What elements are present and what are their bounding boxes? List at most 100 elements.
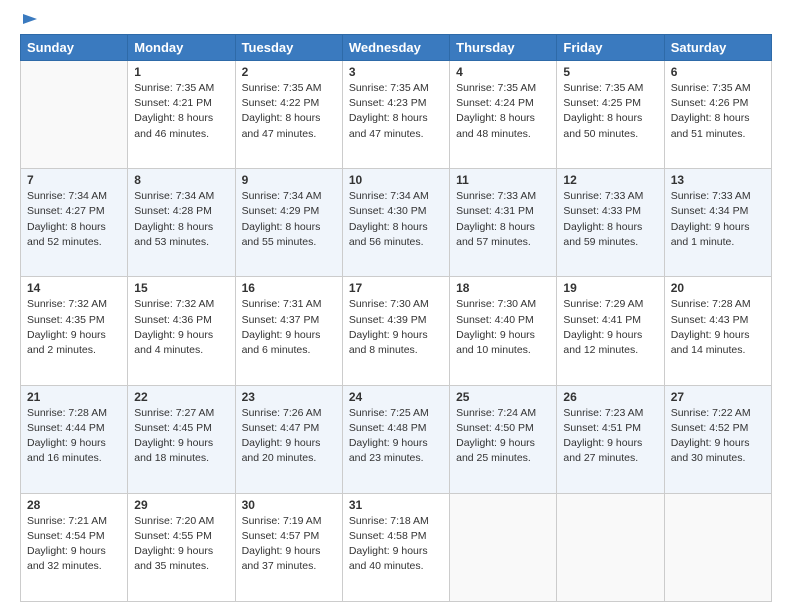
- day-info: Sunrise: 7:34 AM Sunset: 4:27 PM Daylight:…: [27, 189, 121, 250]
- calendar-cell: 23 Sunrise: 7:26 AM Sunset: 4:47 PM Dayligh…: [235, 385, 342, 493]
- sunset-text: Sunset: 4:31 PM: [456, 205, 534, 217]
- day-number: 30: [242, 498, 336, 512]
- calendar-cell: 10 Sunrise: 7:34 AM Sunset: 4:30 PM Dayligh…: [342, 169, 449, 277]
- daylight-text: Daylight: 9 hours and 10 minutes.: [456, 329, 535, 356]
- calendar-week-5: 28Sunrise: 7:21 AMSunset: 4:54 PMDayligh…: [21, 493, 772, 601]
- sunset-text: Sunset: 4:27 PM: [27, 205, 105, 217]
- calendar-cell: 25 Sunrise: 7:24 AM Sunset: 4:50 PM Dayligh…: [450, 385, 557, 493]
- calendar-header-monday: Monday: [128, 35, 235, 61]
- daylight-text: Daylight: 9 hours and 2 minutes.: [27, 329, 106, 356]
- day-info: Sunrise: 7:32 AMSunset: 4:36 PMDaylight:…: [134, 297, 228, 358]
- daylight-text: Daylight: 8 hours and 59 minutes.: [563, 221, 642, 248]
- daylight-text: Daylight: 8 hours and 48 minutes.: [456, 112, 535, 139]
- daylight-text: Daylight: 8 hours and 47 minutes.: [242, 112, 321, 139]
- day-number: 19: [563, 281, 657, 295]
- day-number: 23: [242, 390, 336, 404]
- day-number: 1: [134, 65, 228, 79]
- sunrise-text: Sunrise: 7:35 AM: [349, 82, 429, 94]
- sunset-text: Sunset: 4:37 PM: [242, 314, 320, 326]
- sunset-text: Sunset: 4:26 PM: [671, 97, 749, 109]
- sunset-text: Sunset: 4:28 PM: [134, 205, 212, 217]
- daylight-text: Daylight: 8 hours and 56 minutes.: [349, 221, 428, 248]
- calendar-header-saturday: Saturday: [664, 35, 771, 61]
- calendar-cell: 2Sunrise: 7:35 AMSunset: 4:22 PMDaylight…: [235, 61, 342, 169]
- calendar-header-thursday: Thursday: [450, 35, 557, 61]
- calendar-cell: [557, 493, 664, 601]
- sunset-text: Sunset: 4:44 PM: [27, 422, 105, 434]
- sunrise-text: Sunrise: 7:28 AM: [671, 298, 751, 310]
- daylight-text: Daylight: 8 hours and 51 minutes.: [671, 112, 750, 139]
- sunset-text: Sunset: 4:24 PM: [456, 97, 534, 109]
- day-info: Sunrise: 7:19 AMSunset: 4:57 PMDaylight:…: [242, 514, 336, 575]
- daylight-text: Daylight: 8 hours and 46 minutes.: [134, 112, 213, 139]
- sunset-text: Sunset: 4:21 PM: [134, 97, 212, 109]
- calendar-cell: 18Sunrise: 7:30 AMSunset: 4:40 PMDayligh…: [450, 277, 557, 385]
- calendar-header-row: SundayMondayTuesdayWednesdayThursdayFrid…: [21, 35, 772, 61]
- day-info: Sunrise: 7:22 AMSunset: 4:52 PMDaylight:…: [671, 406, 765, 467]
- daylight-text: Daylight: 9 hours and 20 minutes.: [242, 437, 321, 464]
- calendar-cell: 21Sunrise: 7:28 AMSunset: 4:44 PMDayligh…: [21, 385, 128, 493]
- calendar-cell: 30 Sunrise: 7:19 AMSunset: 4:57 PMDayligh…: [235, 493, 342, 601]
- daylight-text: Daylight: 9 hours and 16 minutes.: [27, 437, 106, 464]
- day-number: 22: [134, 390, 228, 404]
- day-info: Sunrise: 7:32 AMSunset: 4:35 PMDaylight:…: [27, 297, 121, 358]
- day-number: 5: [563, 65, 657, 79]
- day-number: 10: [349, 173, 443, 187]
- sunset-text: Sunset: 4:48 PM: [349, 422, 427, 434]
- calendar-cell: 15Sunrise: 7:32 AMSunset: 4:36 PMDayligh…: [128, 277, 235, 385]
- sunrise-text: Sunrise: 7:32 AM: [27, 298, 107, 310]
- sunset-text: Sunset: 4:52 PM: [671, 422, 749, 434]
- sunrise-text: Sunrise: 7:34 AM: [27, 190, 107, 202]
- sunrise-text: Sunrise: 7:26 AM: [242, 407, 322, 419]
- daylight-text: Daylight: 8 hours and 52 minutes.: [27, 221, 106, 248]
- calendar-cell: 4Sunrise: 7:35 AMSunset: 4:24 PMDaylight…: [450, 61, 557, 169]
- sunset-text: Sunset: 4:41 PM: [563, 314, 641, 326]
- daylight-text: Daylight: 9 hours and 25 minutes.: [456, 437, 535, 464]
- sunrise-text: Sunrise: 7:20 AM: [134, 515, 214, 527]
- day-info: Sunrise: 7:29 AMSunset: 4:41 PMDaylight:…: [563, 297, 657, 358]
- logo-flag-icon: [21, 12, 39, 30]
- day-number: 14: [27, 281, 121, 295]
- daylight-text: Daylight: 9 hours and 14 minutes.: [671, 329, 750, 356]
- sunset-text: Sunset: 4:43 PM: [671, 314, 749, 326]
- day-number: 7: [27, 173, 121, 187]
- calendar-cell: 7 Sunrise: 7:34 AM Sunset: 4:27 PM Daylight…: [21, 169, 128, 277]
- calendar-header-tuesday: Tuesday: [235, 35, 342, 61]
- day-number: 31: [349, 498, 443, 512]
- calendar-cell: [664, 493, 771, 601]
- day-number: 24: [349, 390, 443, 404]
- sunrise-text: Sunrise: 7:33 AM: [671, 190, 751, 202]
- calendar-cell: 28Sunrise: 7:21 AMSunset: 4:54 PMDayligh…: [21, 493, 128, 601]
- day-info: Sunrise: 7:18 AMSunset: 4:58 PMDaylight:…: [349, 514, 443, 575]
- sunset-text: Sunset: 4:34 PM: [671, 205, 749, 217]
- sunset-text: Sunset: 4:55 PM: [134, 530, 212, 542]
- day-info: Sunrise: 7:34 AMSunset: 4:29 PMDaylight:…: [242, 189, 336, 250]
- calendar-cell: 26Sunrise: 7:23 AMSunset: 4:51 PMDayligh…: [557, 385, 664, 493]
- day-number: 29: [134, 498, 228, 512]
- day-number: 25: [456, 390, 550, 404]
- day-info: Sunrise: 7:33 AMSunset: 4:34 PMDaylight:…: [671, 189, 765, 250]
- sunrise-text: Sunrise: 7:30 AM: [349, 298, 429, 310]
- calendar-week-3: 14 Sunrise: 7:32 AMSunset: 4:35 PMDayligh…: [21, 277, 772, 385]
- sunrise-text: Sunrise: 7:28 AM: [27, 407, 107, 419]
- day-info: Sunrise: 7:35 AMSunset: 4:23 PMDaylight:…: [349, 81, 443, 142]
- sunrise-text: Sunrise: 7:27 AM: [134, 407, 214, 419]
- calendar-cell: [21, 61, 128, 169]
- sunrise-text: Sunrise: 7:34 AM: [349, 190, 429, 202]
- calendar-cell: 31 Sunrise: 7:18 AMSunset: 4:58 PMDayligh…: [342, 493, 449, 601]
- calendar-cell: 20Sunrise: 7:28 AMSunset: 4:43 PMDayligh…: [664, 277, 771, 385]
- sunrise-text: Sunrise: 7:21 AM: [27, 515, 107, 527]
- day-info: Sunrise: 7:35 AMSunset: 4:24 PMDaylight:…: [456, 81, 550, 142]
- calendar-cell: [450, 493, 557, 601]
- sunrise-text: Sunrise: 7:24 AM: [456, 407, 536, 419]
- daylight-text: Daylight: 9 hours and 18 minutes.: [134, 437, 213, 464]
- calendar-cell: 9Sunrise: 7:34 AMSunset: 4:29 PMDaylight…: [235, 169, 342, 277]
- sunset-text: Sunset: 4:47 PM: [242, 422, 320, 434]
- day-number: 13: [671, 173, 765, 187]
- sunset-text: Sunset: 4:30 PM: [349, 205, 427, 217]
- daylight-text: Daylight: 8 hours and 55 minutes.: [242, 221, 321, 248]
- calendar-header-sunday: Sunday: [21, 35, 128, 61]
- daylight-text: Daylight: 9 hours and 35 minutes.: [134, 545, 213, 572]
- sunset-text: Sunset: 4:50 PM: [456, 422, 534, 434]
- daylight-text: Daylight: 9 hours and 30 minutes.: [671, 437, 750, 464]
